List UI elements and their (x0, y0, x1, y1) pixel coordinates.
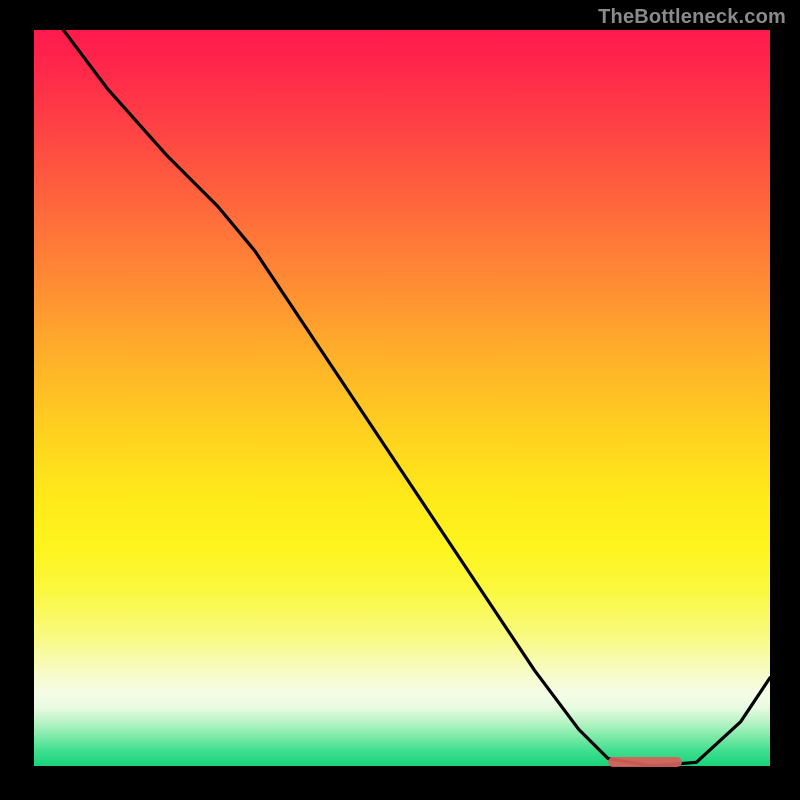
bottleneck-curve (34, 30, 770, 766)
chart-stage: TheBottleneck.com (0, 0, 800, 800)
optimal-range-marker (608, 757, 682, 767)
plot-area (30, 30, 770, 770)
watermark-text: TheBottleneck.com (598, 6, 786, 29)
